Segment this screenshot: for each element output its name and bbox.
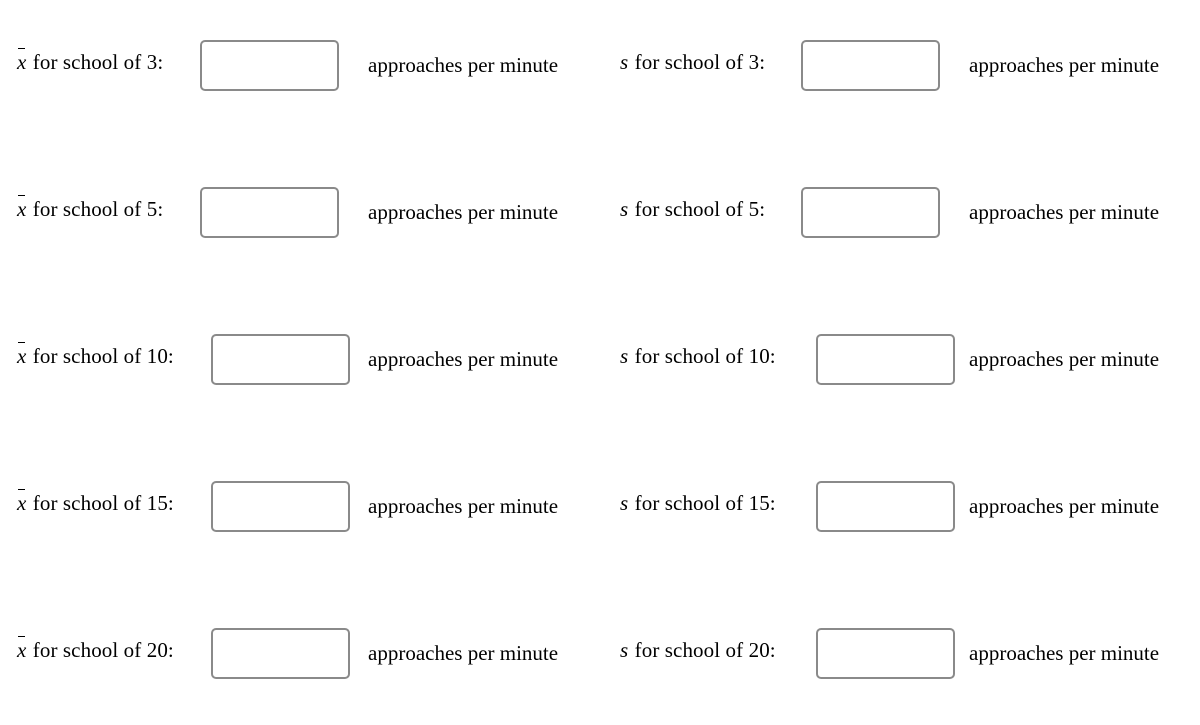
sd-field-label: s for school of 20: (620, 627, 816, 679)
sd-unit-label: approaches per minute (969, 641, 1160, 665)
x-bar-symbol: x (17, 491, 27, 515)
worksheet-row: x for school of 5: approaches per minute… (0, 186, 1200, 238)
x-bar-symbol: x (17, 197, 27, 221)
sd-unit-label: approaches per minute (969, 53, 1160, 77)
mean-unit-slot: approaches per minute (368, 186, 558, 238)
worksheet-row: x for school of 10: approaches per minut… (0, 333, 1200, 385)
worksheet-row: x for school of 20: approaches per minut… (0, 627, 1200, 679)
mean-field-label: x for school of 15: (17, 480, 211, 532)
mean-unit-label: approaches per minute (368, 53, 559, 77)
sd-label-text: for school of 10: (629, 344, 776, 368)
sd-input-school-10[interactable] (816, 333, 955, 385)
mean-input-school-15[interactable] (211, 480, 350, 532)
sd-entry-group: s for school of 20: (620, 627, 955, 679)
s-symbol: s (620, 197, 629, 221)
mean-unit-slot: approaches per minute (368, 39, 558, 91)
sd-unit-slot: approaches per minute (969, 333, 1159, 385)
mean-input-school-3[interactable] (200, 39, 339, 91)
s-symbol: s (620, 491, 629, 515)
mean-unit-slot: approaches per minute (368, 333, 558, 385)
statistics-answer-worksheet: x for school of 3: approaches per minute… (0, 0, 1200, 725)
sd-unit-slot: approaches per minute (969, 186, 1159, 238)
sd-unit-label: approaches per minute (969, 200, 1160, 224)
mean-entry-group: x for school of 10: (17, 333, 350, 385)
x-bar-symbol: x (17, 50, 27, 74)
mean-unit-label: approaches per minute (368, 200, 559, 224)
mean-entry-group: x for school of 5: (17, 186, 339, 238)
mean-input-school-10[interactable] (211, 333, 350, 385)
sd-label-text: for school of 20: (629, 638, 776, 662)
x-bar-symbol: x (17, 638, 27, 662)
mean-input-school-20[interactable] (211, 627, 350, 679)
sd-field-label: s for school of 3: (620, 39, 801, 91)
sd-entry-group: s for school of 3: (620, 39, 940, 91)
sd-input-school-20[interactable] (816, 627, 955, 679)
sd-input-school-5[interactable] (801, 186, 940, 238)
mean-label-text: for school of 5: (27, 197, 164, 221)
sd-input-school-3[interactable] (801, 39, 940, 91)
mean-unit-slot: approaches per minute (368, 627, 558, 679)
worksheet-row: x for school of 15: approaches per minut… (0, 480, 1200, 532)
sd-unit-slot: approaches per minute (969, 39, 1159, 91)
sd-unit-slot: approaches per minute (969, 627, 1159, 679)
sd-entry-group: s for school of 10: (620, 333, 955, 385)
mean-label-text: for school of 15: (27, 491, 174, 515)
sd-unit-label: approaches per minute (969, 347, 1160, 371)
mean-field-label: x for school of 20: (17, 627, 211, 679)
s-symbol: s (620, 50, 629, 74)
sd-field-label: s for school of 5: (620, 186, 801, 238)
mean-unit-label: approaches per minute (368, 494, 559, 518)
sd-entry-group: s for school of 15: (620, 480, 955, 532)
mean-entry-group: x for school of 3: (17, 39, 339, 91)
mean-label-text: for school of 20: (27, 638, 174, 662)
sd-label-text: for school of 3: (629, 50, 766, 74)
sd-input-school-15[interactable] (816, 480, 955, 532)
mean-unit-label: approaches per minute (368, 347, 559, 371)
sd-label-text: for school of 5: (629, 197, 766, 221)
sd-field-label: s for school of 10: (620, 333, 816, 385)
mean-unit-slot: approaches per minute (368, 480, 558, 532)
x-bar-symbol: x (17, 344, 27, 368)
mean-entry-group: x for school of 15: (17, 480, 350, 532)
sd-unit-label: approaches per minute (969, 494, 1160, 518)
mean-field-label: x for school of 3: (17, 39, 200, 91)
mean-unit-label: approaches per minute (368, 641, 559, 665)
mean-input-school-5[interactable] (200, 186, 339, 238)
sd-label-text: for school of 15: (629, 491, 776, 515)
sd-field-label: s for school of 15: (620, 480, 816, 532)
mean-label-text: for school of 3: (27, 50, 164, 74)
mean-field-label: x for school of 5: (17, 186, 200, 238)
s-symbol: s (620, 344, 629, 368)
mean-field-label: x for school of 10: (17, 333, 211, 385)
worksheet-row: x for school of 3: approaches per minute… (0, 39, 1200, 91)
s-symbol: s (620, 638, 629, 662)
sd-unit-slot: approaches per minute (969, 480, 1159, 532)
sd-entry-group: s for school of 5: (620, 186, 940, 238)
mean-entry-group: x for school of 20: (17, 627, 350, 679)
mean-label-text: for school of 10: (27, 344, 174, 368)
